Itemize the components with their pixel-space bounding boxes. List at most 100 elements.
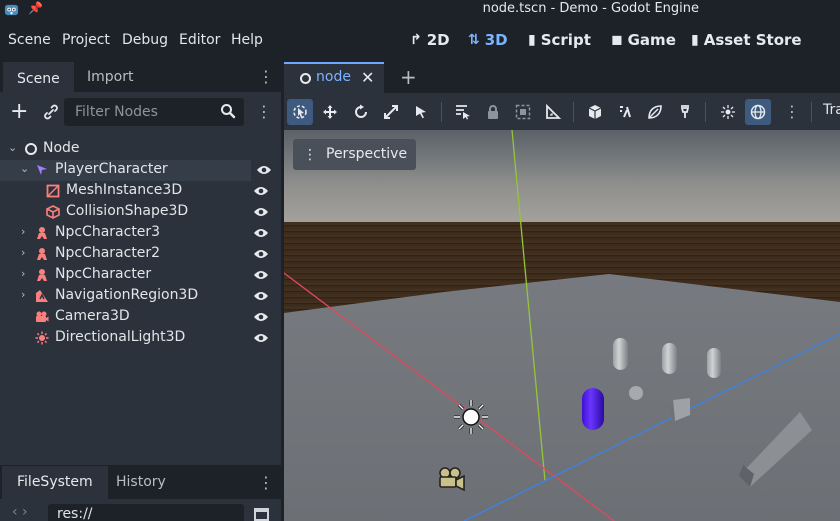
visibility-eye-icon[interactable]	[253, 248, 269, 260]
tree-row-npccharacter[interactable]: › NpcCharacter	[0, 265, 277, 286]
visibility-eye-icon[interactable]	[253, 206, 269, 218]
toolbar-separator	[441, 102, 442, 122]
toolbar-separator	[705, 102, 706, 122]
preview-sun-button[interactable]	[642, 99, 668, 125]
sun-toggle-button[interactable]	[715, 99, 741, 125]
filter-nodes-input[interactable]	[64, 98, 214, 126]
filesystem-dock-tabs: FileSystem History ⋮	[0, 466, 281, 499]
perspective-menu-button[interactable]: ⋮ Perspective	[293, 139, 417, 170]
tree-row-npccharacter3[interactable]: › NpcCharacter3	[0, 223, 277, 244]
visibility-eye-icon[interactable]	[253, 311, 269, 323]
scene-tabs-bar: node ✕ +	[284, 62, 840, 93]
sphere-mesh[interactable]	[629, 386, 643, 400]
menu-debug[interactable]: Debug	[122, 32, 168, 48]
list-select-button[interactable]	[450, 99, 476, 125]
mesh-instance-icon	[46, 184, 60, 198]
group-button[interactable]	[510, 99, 536, 125]
tab-import[interactable]: Import	[73, 62, 147, 92]
select-list-button[interactable]	[408, 99, 434, 125]
tree-row-meshinstance3d[interactable]: MeshInstance3D	[0, 181, 277, 202]
tree-row-camera3d[interactable]: Camera3D	[0, 307, 277, 328]
add-node-button[interactable]: +	[10, 99, 28, 124]
capsule-mesh[interactable]	[613, 338, 628, 370]
tab-history[interactable]: History	[101, 466, 181, 499]
expand-arrow-icon[interactable]: ›	[21, 225, 25, 238]
scale-mode-button[interactable]	[378, 99, 404, 125]
instantiate-scene-icon[interactable]	[43, 104, 59, 120]
capsule-mesh[interactable]	[662, 343, 677, 374]
select-mode-icon	[293, 105, 307, 119]
ruler-button[interactable]	[540, 99, 566, 125]
node-icon	[25, 143, 37, 155]
collision-shape-icon	[46, 205, 60, 219]
dock-menu-icon[interactable]: ⋮	[258, 69, 274, 85]
script-workspace-button[interactable]: ▮ Script	[528, 31, 591, 49]
transform-menu-label[interactable]: Tra	[823, 102, 840, 118]
scene-tab-node[interactable]: node ✕	[284, 62, 384, 93]
pointer-icon	[416, 106, 426, 119]
filesystem-menu-icon[interactable]: ⋮	[258, 475, 274, 491]
3d-label: 3D	[484, 31, 508, 49]
tree-row-npccharacter2[interactable]: › NpcCharacter2	[0, 244, 277, 265]
collapse-arrow-icon[interactable]: ⌄	[20, 162, 29, 175]
tree-row-node[interactable]: ⌄ Node	[0, 139, 277, 160]
visibility-eye-icon[interactable]	[253, 269, 269, 281]
move-mode-button[interactable]	[317, 99, 343, 125]
scene-dock-tabs: Scene Import ⋮	[0, 62, 281, 92]
menu-scene[interactable]: Scene	[8, 32, 51, 48]
tree-label: NpcCharacter3	[55, 224, 161, 240]
split-view-icon[interactable]	[254, 508, 269, 521]
filesystem-path-field[interactable]: res://	[48, 504, 244, 521]
select-mode-button[interactable]	[287, 99, 313, 125]
tree-row-playercharacter[interactable]: ⌄ PlayerCharacter	[0, 160, 251, 181]
collapse-arrow-icon[interactable]: ⌄	[8, 141, 17, 154]
menu-editor[interactable]: Editor	[179, 32, 220, 48]
menu-bar: Scene Project Debug Editor Help ↱ 2D ⇅ 3…	[0, 19, 840, 62]
expand-arrow-icon[interactable]: ›	[21, 246, 25, 259]
tree-row-collisionshape3d[interactable]: CollisionShape3D	[0, 202, 277, 223]
asset-store-button[interactable]: ▮ Asset Store	[691, 31, 802, 49]
tree-label: NpcCharacter2	[55, 245, 161, 261]
directional-light-gizmo[interactable]	[454, 400, 488, 434]
tab-filesystem[interactable]: FileSystem	[2, 466, 108, 499]
snap-icon	[620, 106, 631, 118]
lock-button[interactable]	[480, 99, 506, 125]
3d-viewport[interactable]: ⋮ Perspective	[284, 130, 840, 521]
sun-icon	[721, 105, 735, 119]
lock-icon	[488, 105, 498, 119]
visibility-eye-icon[interactable]	[253, 332, 269, 344]
local-space-button[interactable]	[582, 99, 608, 125]
player-capsule[interactable]	[582, 388, 604, 430]
capsule-mesh[interactable]	[707, 348, 721, 378]
menu-help[interactable]: Help	[231, 32, 263, 48]
environment-toggle-button[interactable]	[745, 99, 771, 125]
game-workspace-button[interactable]: ◼ Game	[611, 31, 676, 49]
add-scene-tab-button[interactable]: +	[400, 65, 417, 89]
expand-arrow-icon[interactable]: ›	[21, 267, 25, 280]
tree-row-directionallight3d[interactable]: DirectionalLight3D	[0, 328, 277, 349]
visibility-eye-icon[interactable]	[256, 164, 272, 176]
move-icon	[323, 105, 337, 119]
visibility-eye-icon[interactable]	[253, 185, 269, 197]
character-body-icon	[37, 165, 47, 175]
3d-workspace-button[interactable]: ⇅ 3D	[468, 31, 508, 49]
rotate-mode-button[interactable]	[348, 99, 374, 125]
pin-transform-icon	[680, 105, 690, 118]
visibility-eye-icon[interactable]	[253, 290, 269, 302]
viewport-toolbar: ⋮ Tra	[284, 93, 840, 130]
viewport-options-icon[interactable]: ⋮	[784, 104, 800, 120]
menu-project[interactable]: Project	[62, 32, 110, 48]
tree-row-navigationregion3d[interactable]: › NavigationRegion3D	[0, 286, 277, 307]
history-nav-icon[interactable]: ‹ ›	[12, 504, 28, 520]
light-icon	[35, 331, 49, 345]
snap-button[interactable]	[612, 99, 638, 125]
close-icon[interactable]: ✕	[361, 68, 374, 87]
2d-workspace-button[interactable]: ↱ 2D	[410, 31, 450, 49]
visibility-eye-icon[interactable]	[253, 227, 269, 239]
scene-filter-menu-icon[interactable]: ⋮	[256, 104, 272, 120]
camera-gizmo[interactable]	[439, 467, 465, 492]
tab-scene[interactable]: Scene	[3, 62, 74, 92]
transform-dialog-button[interactable]	[672, 99, 698, 125]
expand-arrow-icon[interactable]: ›	[21, 288, 25, 301]
scene-tab-label: node	[316, 69, 351, 85]
